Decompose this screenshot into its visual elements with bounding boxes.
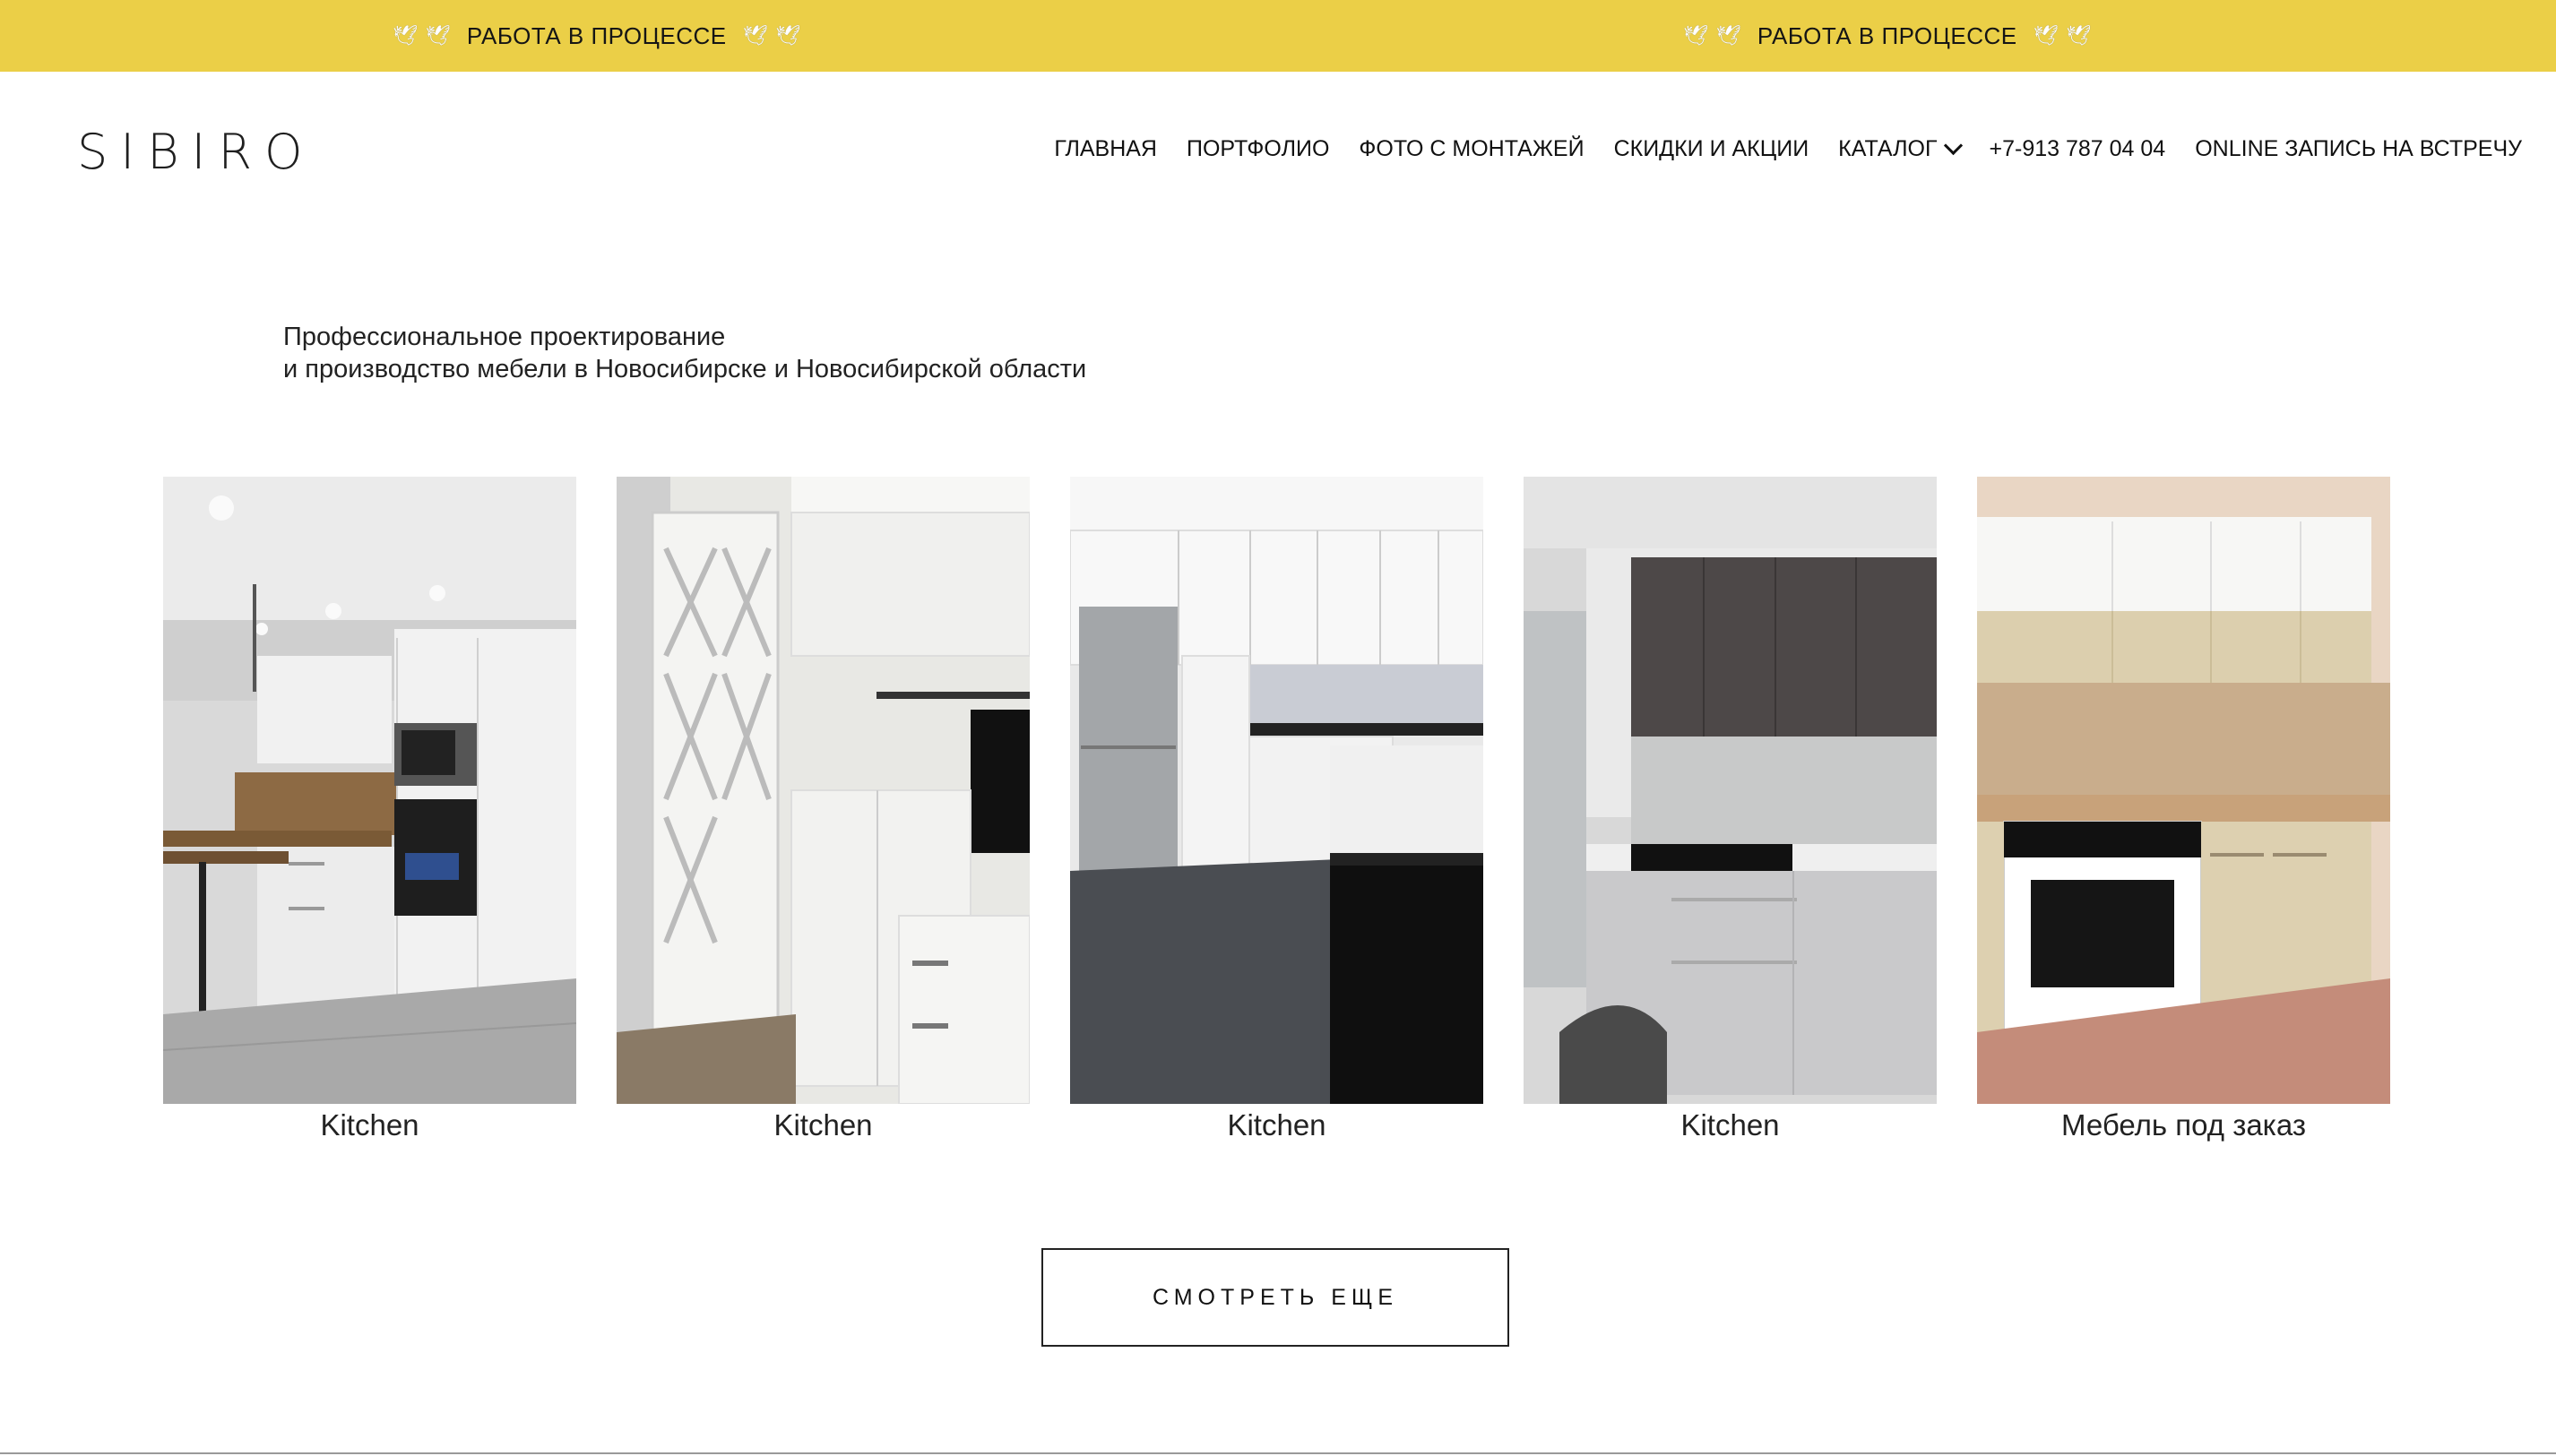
gallery-caption: Kitchen: [320, 1108, 419, 1142]
banner-message: 🕊 🕊 РАБОТА В ПРОЦЕССЕ 🕊 🕊: [1683, 0, 2092, 72]
nav-home[interactable]: ГЛАВНАЯ: [1054, 136, 1157, 162]
dove-icon: 🕊: [742, 24, 769, 47]
nav-portfolio[interactable]: ПОРТФОЛИО: [1187, 136, 1329, 162]
nav-phone[interactable]: +7-913 787 04 04: [1990, 136, 2166, 162]
banner-text: РАБОТА В ПРОЦЕССЕ: [1757, 22, 2017, 49]
tagline: Профессиональное проектирование и произв…: [283, 321, 1086, 385]
kitchen-photo[interactable]: [1070, 477, 1483, 1104]
gallery-card[interactable]: Kitchen: [1070, 477, 1483, 1145]
dove-icon: 🕊: [425, 24, 451, 47]
nav-catalog-label: КАТАЛОГ: [1838, 136, 1938, 161]
top-announcement-banner: 🕊 🕊 РАБОТА В ПРОЦЕССЕ 🕊 🕊 🕊 🕊 РАБОТА В П…: [0, 0, 2556, 72]
tagline-line2: и производство мебели в Новосибирске и Н…: [283, 355, 1087, 383]
dove-icon: 🕊: [1683, 24, 1709, 47]
dove-icon: 🕊: [775, 24, 801, 47]
nav-online-booking[interactable]: ONLINE ЗАПИСЬ НА ВСТРЕЧУ: [2195, 136, 2522, 162]
dove-icon: 🕊: [2066, 24, 2092, 47]
custom-furniture-photo[interactable]: [1977, 477, 2390, 1104]
tagline-line1: Профессиональное проектирование: [283, 323, 726, 351]
gallery-card[interactable]: Kitchen: [617, 477, 1030, 1145]
section-divider: [0, 1452, 2556, 1454]
banner-text: РАБОТА В ПРОЦЕССЕ: [466, 22, 727, 49]
gallery-caption: Kitchen: [1227, 1108, 1326, 1142]
kitchen-photo[interactable]: [1524, 477, 1937, 1104]
nav-catalog[interactable]: КАТАЛОГ: [1838, 135, 1963, 162]
gallery-card[interactable]: Kitchen: [163, 477, 576, 1145]
main-navigation: ГЛАВНАЯ ПОРТФОЛИО ФОТО С МОНТАЖЕЙ СКИДКИ…: [1054, 135, 2522, 162]
gallery-card[interactable]: Kitchen: [1524, 477, 1937, 1145]
view-more-button[interactable]: СМОТРЕТЬ ЕЩЕ: [1041, 1248, 1509, 1347]
dove-icon: 🕊: [2033, 24, 2059, 47]
gallery-caption: Kitchen: [773, 1108, 873, 1142]
banner-message: 🕊 🕊 РАБОТА В ПРОЦЕССЕ 🕊 🕊: [393, 0, 801, 72]
nav-discounts[interactable]: СКИДКИ И АКЦИИ: [1614, 136, 1809, 162]
site-logo[interactable]: SIBIRO: [77, 124, 315, 180]
gallery-card[interactable]: Мебель под заказ: [1977, 477, 2390, 1145]
kitchen-photo[interactable]: [163, 477, 576, 1104]
chevron-down-icon: [1943, 135, 1963, 156]
dove-icon: 🕊: [1715, 24, 1741, 47]
nav-install-photos[interactable]: ФОТО С МОНТАЖЕЙ: [1359, 136, 1584, 162]
gallery-caption: Мебель под заказ: [2061, 1108, 2306, 1142]
gallery-caption: Kitchen: [1680, 1108, 1780, 1142]
wardrobe-photo[interactable]: [617, 477, 1030, 1104]
dove-icon: 🕊: [393, 24, 419, 47]
